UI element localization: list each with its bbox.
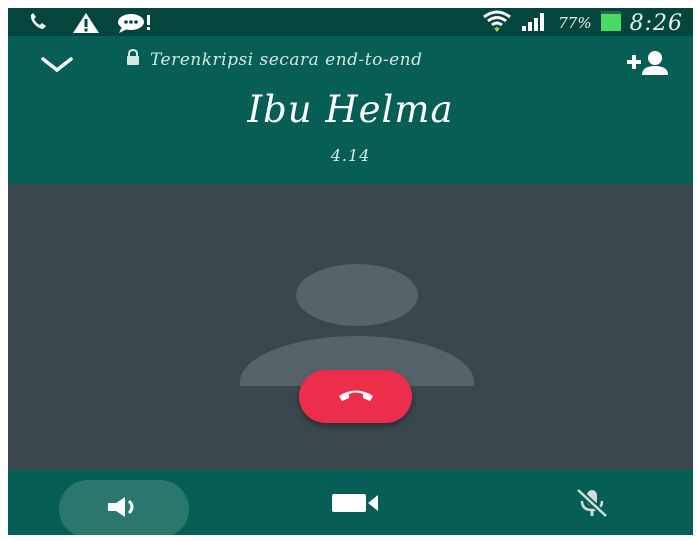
call-stage [8,184,693,470]
end-call-icon [337,387,375,407]
end-call-button[interactable] [299,370,412,423]
contact-name: Ibu Helma [247,88,454,131]
mute-button[interactable] [557,487,627,522]
video-button[interactable] [320,490,390,520]
wifi-icon [482,10,512,36]
avatar-placeholder-head [296,264,418,326]
speaker-button[interactable] [59,480,189,535]
video-camera-icon [330,492,380,518]
clock: 8:26 [629,10,683,36]
signal-icon [520,10,550,36]
add-person-icon[interactable] [625,50,671,80]
call-header: Terenkripsi secara end-to-end Ibu Helma … [8,36,693,184]
status-bar-right: 77% 8:26 [482,10,683,36]
call-controls [8,470,693,535]
chat-notification-icon [116,12,156,38]
battery-percent: 77% [558,14,592,32]
chevron-down-icon[interactable] [40,56,74,78]
warning-icon [72,12,100,38]
lock-icon [126,48,140,70]
call-duration: 4.14 [330,146,371,165]
battery-icon [600,10,622,36]
speaker-icon [105,495,143,523]
call-screen: 77% 8:26 Terenkripsi secara end-to-end I… [8,8,693,535]
encryption-notice: Terenkripsi secara end-to-end [126,48,423,70]
phone-call-icon [28,12,52,36]
mic-off-icon [574,487,610,522]
status-bar: 77% 8:26 [8,8,693,36]
encryption-label: Terenkripsi secara end-to-end [150,49,423,70]
